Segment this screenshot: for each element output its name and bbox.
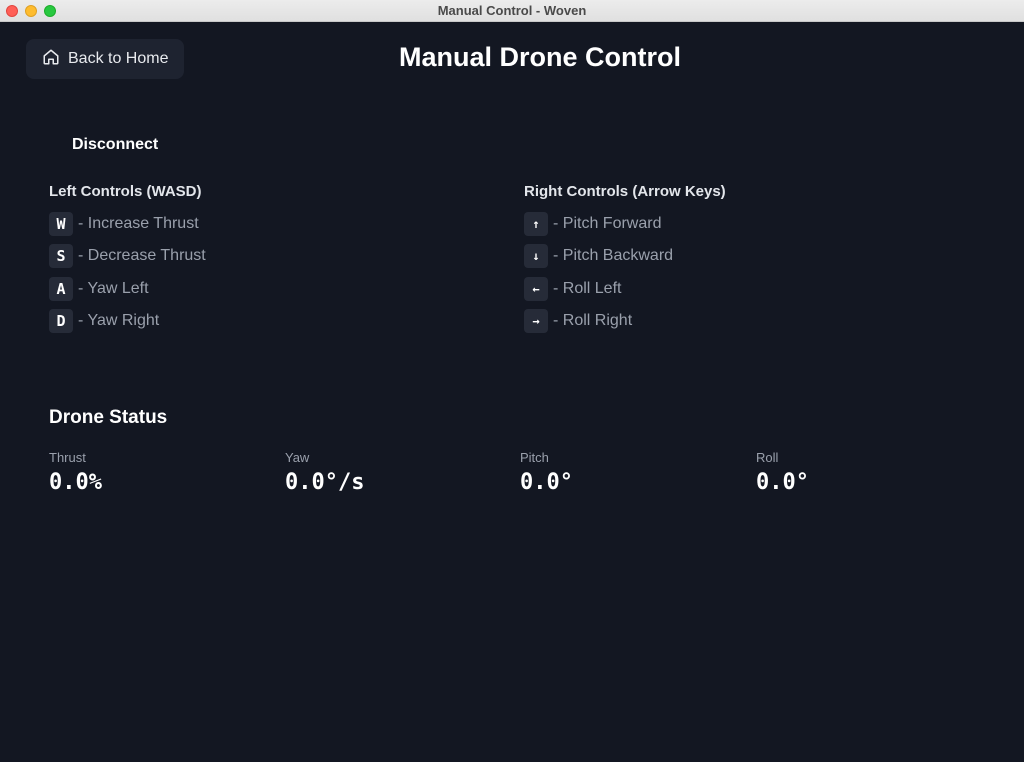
control-description: - Pitch Backward xyxy=(553,247,674,265)
thrust-stat: Thrust 0.0% xyxy=(49,450,102,495)
arrow-down-key-icon: ↓ xyxy=(524,244,548,269)
control-row-left: ← - Roll Left xyxy=(524,276,726,301)
pitch-stat: Pitch 0.0° xyxy=(520,450,573,495)
key-d: D xyxy=(49,309,73,334)
window-titlebar: Manual Control - Woven xyxy=(0,0,1024,22)
drone-status-heading: Drone Status xyxy=(49,407,168,428)
control-description: - Roll Left xyxy=(553,279,622,297)
pitch-value: 0.0° xyxy=(520,470,573,495)
control-row-right: → - Roll Right xyxy=(524,309,726,334)
page-title: Manual Drone Control xyxy=(399,42,681,72)
arrow-right-key-icon: → xyxy=(524,309,548,334)
right-controls-panel: Right Controls (Arrow Keys) ↑ - Pitch Fo… xyxy=(524,183,726,342)
app-content: Back to Home Manual Drone Control Discon… xyxy=(0,23,1024,762)
right-controls-heading: Right Controls (Arrow Keys) xyxy=(524,183,726,200)
key-w: W xyxy=(49,212,73,236)
left-controls-heading: Left Controls (WASD) xyxy=(49,183,202,200)
pitch-label: Pitch xyxy=(520,450,549,465)
control-description: - Yaw Left xyxy=(78,279,149,297)
key-s: S xyxy=(49,244,73,269)
control-description: - Decrease Thrust xyxy=(78,247,206,265)
control-description: - Pitch Forward xyxy=(553,215,662,232)
thrust-label: Thrust xyxy=(49,450,86,465)
control-row-s: S - Decrease Thrust xyxy=(49,244,206,269)
window-title: Manual Control - Woven xyxy=(437,3,587,18)
roll-stat: Roll 0.0° xyxy=(756,450,809,495)
control-description: - Roll Right xyxy=(553,312,633,330)
disconnect-button[interactable]: Disconnect xyxy=(72,136,158,154)
control-row-w: W - Increase Thrust xyxy=(49,212,206,236)
control-row-down: ↓ - Pitch Backward xyxy=(524,244,726,269)
yaw-label: Yaw xyxy=(285,450,310,465)
control-row-a: A - Yaw Left xyxy=(49,276,206,301)
left-controls-panel: Left Controls (WASD) W - Increase Thrust… xyxy=(49,183,206,342)
roll-label: Roll xyxy=(756,450,779,465)
control-description: - Yaw Right xyxy=(78,312,160,330)
key-a: A xyxy=(49,276,73,301)
roll-value: 0.0° xyxy=(756,470,809,495)
yaw-stat: Yaw 0.0°/s xyxy=(285,450,364,495)
arrow-up-key-icon: ↑ xyxy=(524,212,548,236)
yaw-value: 0.0°/s xyxy=(285,470,365,495)
arrow-left-key-icon: ← xyxy=(524,276,548,301)
control-row-d: D - Yaw Right xyxy=(49,309,206,334)
thrust-value: 0.0% xyxy=(49,470,102,495)
control-description: - Increase Thrust xyxy=(78,215,199,232)
control-row-up: ↑ - Pitch Forward xyxy=(524,212,726,236)
